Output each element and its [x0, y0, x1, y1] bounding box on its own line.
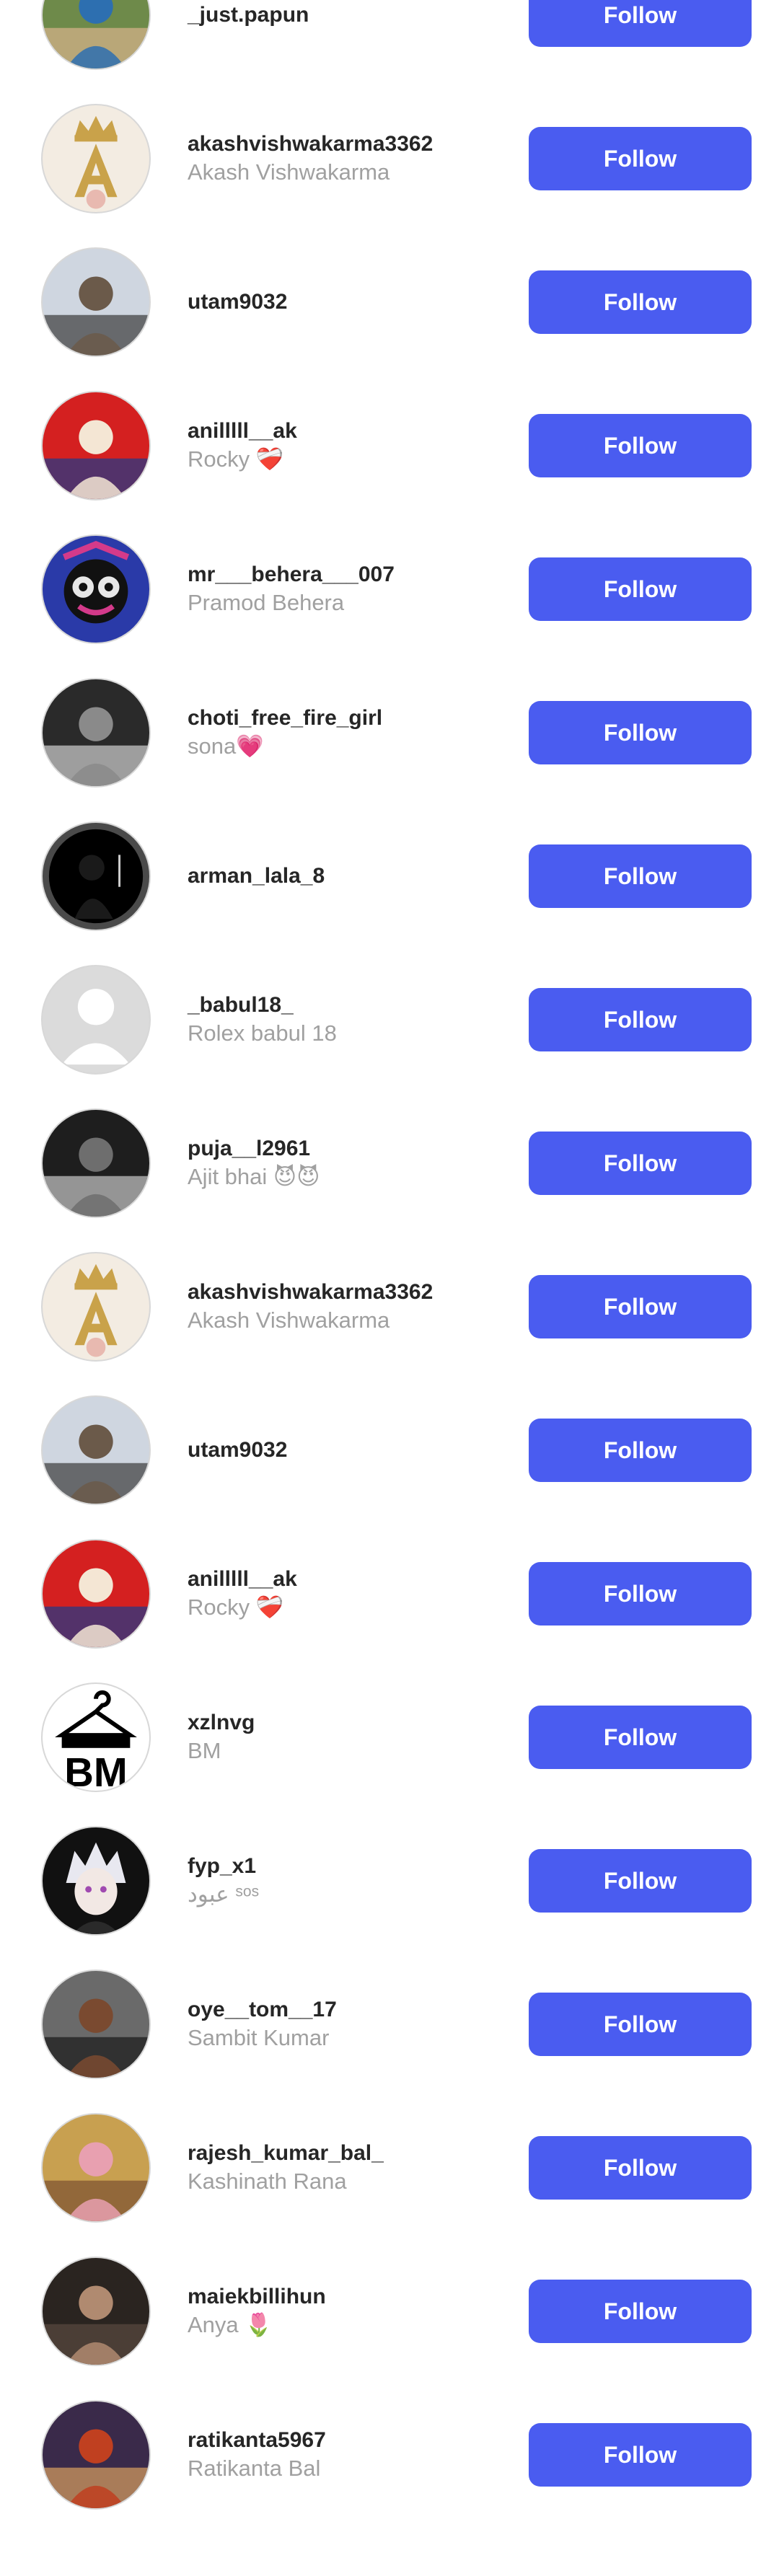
- user-row[interactable]: utam9032 Follow: [0, 1354, 779, 1505]
- full-name: Rocky ❤️‍🩹: [188, 1594, 284, 1620]
- avatar[interactable]: [41, 1252, 151, 1362]
- user-row[interactable]: akashvishwakarma3362 Akash Vishwakarma Fol…: [0, 62, 779, 213]
- full-name: Akash Vishwakarma: [188, 1307, 390, 1333]
- avatar[interactable]: [41, 0, 151, 70]
- avatar[interactable]: [41, 391, 151, 500]
- avatar[interactable]: [41, 534, 151, 644]
- username[interactable]: mr___behera___007: [188, 561, 505, 588]
- user-row[interactable]: fyp_x1 عبود ˢᵒˢ Follow: [0, 1784, 779, 1936]
- user-row[interactable]: akashvishwakarma3362 Akash Vishwakarma Fol…: [0, 1210, 779, 1362]
- avatar[interactable]: [41, 2257, 151, 2366]
- user-row[interactable]: anilllll__ak Rocky ❤️‍🩹 Follow: [0, 349, 779, 500]
- avatar[interactable]: [41, 1395, 151, 1505]
- follow-button[interactable]: Follow: [529, 988, 752, 1051]
- user-row[interactable]: rajesh_kumar_bal_ Kashinath Rana Follow: [0, 2071, 779, 2223]
- follow-button[interactable]: Follow: [529, 701, 752, 764]
- full-name: Rocky ❤️‍🩹: [188, 446, 284, 472]
- username[interactable]: maiekbillihun: [188, 2283, 505, 2311]
- avatar[interactable]: [41, 821, 151, 931]
- user-row[interactable]: anilllll__ak Rocky ❤️‍🩹 Follow: [0, 1497, 779, 1649]
- avatar[interactable]: [41, 1826, 151, 1936]
- user-row[interactable]: choti_free_fire_girl sona💗 Follow: [0, 636, 779, 788]
- full-name: Rolex babul 18: [188, 1020, 337, 1046]
- follow-button[interactable]: Follow: [529, 1706, 752, 1769]
- follow-button[interactable]: Follow: [529, 1419, 752, 1482]
- username[interactable]: xzlnvg: [188, 1709, 505, 1737]
- user-row[interactable]: _babul18_ Rolex babul 18 Follow: [0, 923, 779, 1075]
- follow-button[interactable]: Follow: [529, 127, 752, 190]
- follow-button[interactable]: Follow: [529, 414, 752, 477]
- avatar[interactable]: [41, 247, 151, 357]
- user-row[interactable]: mr___behera___007 Pramod Behera Follow: [0, 493, 779, 644]
- username[interactable]: oye__tom__17: [188, 1996, 505, 2024]
- avatar[interactable]: [41, 1108, 151, 1218]
- full-name: Pramod Behera: [188, 590, 345, 615]
- user-row[interactable]: utam9032 Follow: [0, 206, 779, 357]
- follow-button[interactable]: Follow: [529, 2423, 752, 2487]
- full-name: Kashinath Rana: [188, 2169, 347, 2194]
- full-name: Ratikanta Bal: [188, 2456, 321, 2481]
- username[interactable]: _just.papun: [188, 1, 505, 29]
- username[interactable]: akashvishwakarma3362: [188, 1279, 505, 1306]
- full-name: Ajit bhai 😈😈: [188, 1164, 320, 1189]
- avatar[interactable]: BM: [41, 1682, 151, 1792]
- username[interactable]: choti_free_fire_girl: [188, 705, 505, 732]
- avatar[interactable]: [41, 104, 151, 213]
- user-row[interactable]: arman_lala_8 Follow: [0, 780, 779, 931]
- avatar[interactable]: [41, 1970, 151, 2079]
- follow-button[interactable]: Follow: [529, 1132, 752, 1195]
- full-name: sona💗: [188, 733, 264, 759]
- username[interactable]: anilllll__ak: [188, 1566, 505, 1593]
- user-row[interactable]: oye__tom__17 Sambit Kumar Follow: [0, 1928, 779, 2079]
- username[interactable]: anilllll__ak: [188, 418, 505, 445]
- username[interactable]: utam9032: [188, 1437, 505, 1464]
- username[interactable]: puja__l2961: [188, 1135, 505, 1163]
- follow-button[interactable]: Follow: [529, 2280, 752, 2343]
- follow-button[interactable]: Follow: [529, 0, 752, 47]
- username[interactable]: utam9032: [188, 288, 505, 316]
- user-text: ratikanta5967 Ratikanta Bal: [188, 2358, 505, 2551]
- follow-button[interactable]: Follow: [529, 844, 752, 908]
- user-row[interactable]: puja__l2961 Ajit bhai 😈😈 Follow: [0, 1067, 779, 1218]
- avatar[interactable]: [41, 2113, 151, 2223]
- full-name: BM: [188, 1738, 221, 1763]
- follow-button[interactable]: Follow: [529, 1562, 752, 1626]
- follow-button[interactable]: Follow: [529, 2136, 752, 2200]
- avatar[interactable]: [41, 965, 151, 1075]
- username[interactable]: _babul18_: [188, 992, 505, 1019]
- full-name: Anya 🌷: [188, 2312, 273, 2337]
- user-row[interactable]: _just.papun Follow: [0, 0, 779, 70]
- username[interactable]: arman_lala_8: [188, 863, 505, 890]
- avatar[interactable]: [41, 678, 151, 788]
- follow-button[interactable]: Follow: [529, 1993, 752, 2056]
- username[interactable]: ratikanta5967: [188, 2427, 505, 2454]
- username[interactable]: rajesh_kumar_bal_: [188, 2140, 505, 2167]
- avatar[interactable]: [41, 1539, 151, 1649]
- full-name: عبود ˢᵒˢ: [188, 1882, 260, 1907]
- user-row[interactable]: BM xzlnvg BM Follow: [0, 1641, 779, 1792]
- follow-suggestions-list: _just.papun Follow akashvishwakarma3362 Aka…: [0, 0, 779, 2510]
- user-row[interactable]: maiekbillihun Anya 🌷 Follow: [0, 2215, 779, 2366]
- username[interactable]: akashvishwakarma3362: [188, 131, 505, 158]
- full-name: Sambit Kumar: [188, 2025, 330, 2050]
- username[interactable]: fyp_x1: [188, 1853, 505, 1880]
- user-row[interactable]: ratikanta5967 Ratikanta Bal Follow: [0, 2358, 779, 2510]
- follow-button[interactable]: Follow: [529, 557, 752, 621]
- follow-button[interactable]: Follow: [529, 270, 752, 334]
- avatar[interactable]: [41, 2400, 151, 2510]
- follow-button[interactable]: Follow: [529, 1849, 752, 1913]
- follow-button[interactable]: Follow: [529, 1275, 752, 1338]
- full-name: Akash Vishwakarma: [188, 159, 390, 185]
